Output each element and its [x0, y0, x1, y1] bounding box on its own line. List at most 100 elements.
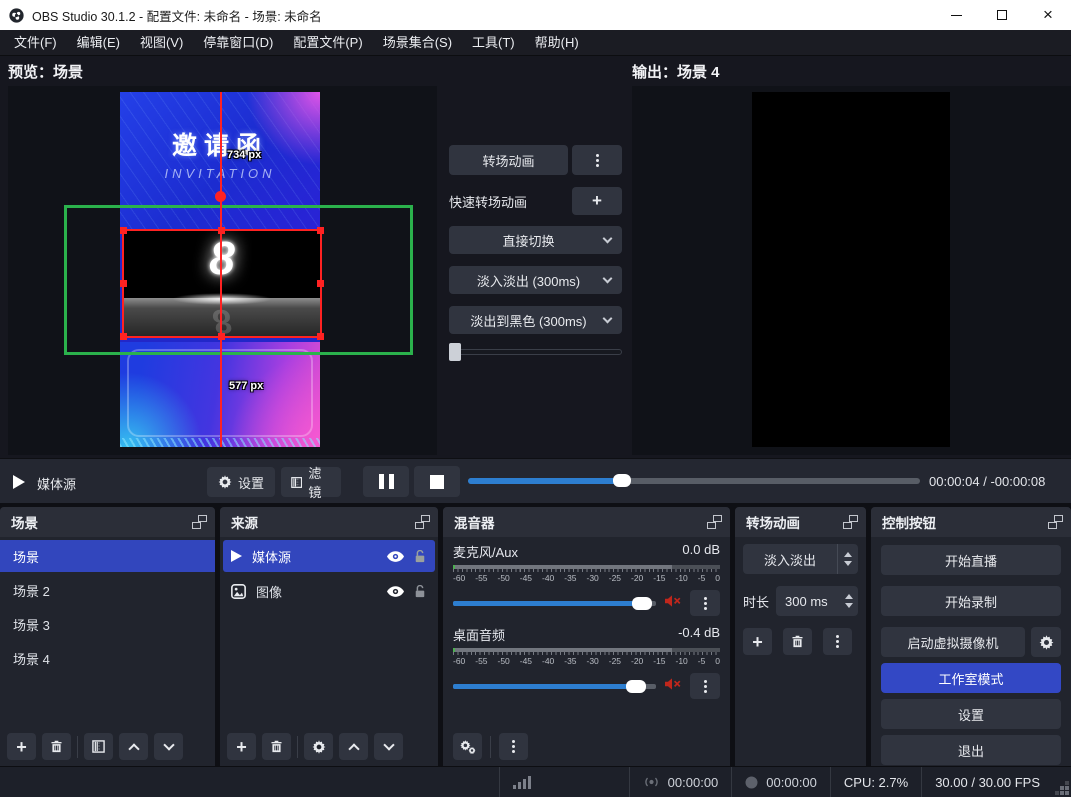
close-button[interactable]: × — [1025, 0, 1071, 30]
visibility-eye-icon[interactable] — [387, 551, 404, 562]
virtual-camera-config-button[interactable] — [1031, 627, 1061, 657]
remove-scene-button[interactable] — [42, 733, 71, 760]
resize-handle-bottom-left[interactable] — [120, 333, 127, 340]
quick-transition-fade-to-black[interactable]: 淡出到黑色 (300ms) — [449, 306, 622, 334]
preview-canvas[interactable]: 邀请函 INVITATION 8 8 — [8, 86, 437, 455]
lock-icon[interactable] — [414, 550, 426, 563]
menu-scene-collection[interactable]: 场景集合(S) — [373, 30, 462, 55]
rotation-handle[interactable] — [215, 191, 226, 202]
resize-handle-mid-right[interactable] — [317, 280, 324, 287]
channel-menu-button[interactable] — [690, 673, 720, 699]
play-icon[interactable] — [13, 475, 25, 489]
titlebar: OBS Studio 30.1.2 - 配置文件: 未命名 - 场景: 未命名 … — [0, 0, 1071, 30]
mixer-dock-header[interactable]: 混音器 — [443, 507, 730, 537]
exit-button[interactable]: 退出 — [881, 735, 1061, 765]
menu-docks[interactable]: 停靠窗口(D) — [193, 30, 283, 55]
advanced-audio-button[interactable] — [453, 733, 482, 760]
popout-icon[interactable] — [415, 515, 430, 529]
start-recording-button[interactable]: 开始录制 — [881, 586, 1061, 616]
sources-dock-header[interactable]: 来源 — [220, 507, 438, 537]
transition-select[interactable]: 淡入淡出 — [743, 544, 858, 574]
stop-button[interactable] — [414, 466, 460, 497]
scene-item[interactable]: 场景 3 — [0, 608, 215, 640]
scenes-dock-header[interactable]: 场景 — [0, 507, 215, 537]
popout-icon[interactable] — [707, 515, 722, 529]
add-source-button[interactable]: + — [227, 733, 256, 760]
add-scene-button[interactable]: + — [7, 733, 36, 760]
transition-button[interactable]: 转场动画 — [449, 145, 568, 175]
mute-speaker-icon[interactable] — [665, 594, 681, 612]
resize-handle-bottom-center[interactable] — [218, 333, 225, 340]
duration-spinbox[interactable]: 300 ms — [776, 586, 858, 616]
start-virtual-camera-button[interactable]: 启动虚拟摄像机 — [881, 627, 1025, 657]
mixer-menu-button[interactable] — [499, 733, 528, 760]
volume-slider[interactable] — [453, 601, 656, 606]
source-item[interactable]: 图像 — [223, 575, 435, 607]
volume-slider-handle[interactable] — [632, 597, 652, 610]
mute-speaker-icon[interactable] — [665, 677, 681, 695]
source-properties-button[interactable] — [304, 733, 333, 760]
transitions-dock-header[interactable]: 转场动画 — [735, 507, 866, 537]
spin-up-icon[interactable] — [845, 594, 853, 599]
db-tick-label: -15 — [653, 656, 665, 666]
media-settings-button[interactable]: 设置 — [207, 467, 275, 497]
resize-handle-top-center[interactable] — [218, 227, 225, 234]
menu-view[interactable]: 视图(V) — [130, 30, 193, 55]
popout-icon[interactable] — [1048, 515, 1063, 529]
add-transition-button[interactable]: + — [743, 628, 772, 655]
resize-handle-top-left[interactable] — [120, 227, 127, 234]
scene-item[interactable]: 场景 4 — [0, 642, 215, 674]
resize-grip[interactable] — [1065, 791, 1069, 795]
menu-edit[interactable]: 编辑(E) — [67, 30, 130, 55]
remove-source-button[interactable] — [262, 733, 291, 760]
lock-icon[interactable] — [414, 585, 426, 598]
height-size-label: 577 px — [229, 380, 263, 392]
scene-filters-button[interactable] — [84, 733, 113, 760]
maximize-button[interactable] — [979, 0, 1025, 30]
popout-icon[interactable] — [843, 515, 858, 529]
media-seekbar[interactable] — [468, 478, 920, 484]
quick-transition-cut[interactable]: 直接切换 — [449, 226, 622, 254]
move-source-down-button[interactable] — [374, 733, 403, 760]
resize-handle-top-right[interactable] — [317, 227, 324, 234]
toolbar-divider — [77, 736, 78, 758]
transition-props-button[interactable] — [823, 628, 852, 655]
minimize-button[interactable] — [933, 0, 979, 30]
scene-item[interactable]: 场景 2 — [0, 574, 215, 606]
menu-help[interactable]: 帮助(H) — [525, 30, 589, 55]
tbar-handle[interactable] — [449, 343, 461, 361]
visibility-eye-icon[interactable] — [387, 586, 404, 597]
add-quick-transition-button[interactable]: + — [572, 187, 622, 215]
popout-icon[interactable] — [192, 515, 207, 529]
settings-button[interactable]: 设置 — [881, 699, 1061, 729]
volume-slider[interactable] — [453, 684, 656, 689]
menu-file[interactable]: 文件(F) — [4, 30, 67, 55]
source-item[interactable]: 媒体源 — [223, 540, 435, 572]
controls-dock-header[interactable]: 控制按钮 — [871, 507, 1071, 537]
scenes-dock: 场景 场景 场景 2 场景 3 场景 4 + — [0, 507, 215, 766]
scene-item[interactable]: 场景 — [0, 540, 215, 572]
pause-button[interactable] — [363, 466, 409, 497]
menu-profile[interactable]: 配置文件(P) — [283, 30, 372, 55]
selection-rect[interactable] — [122, 229, 322, 338]
spin-down-icon[interactable] — [845, 603, 853, 608]
studio-mode-button[interactable]: 工作室模式 — [881, 663, 1061, 693]
transition-menu-button[interactable] — [572, 145, 622, 175]
move-source-up-button[interactable] — [339, 733, 368, 760]
start-streaming-button[interactable]: 开始直播 — [881, 545, 1061, 575]
quick-transition-fade[interactable]: 淡入淡出 (300ms) — [449, 266, 622, 294]
move-scene-up-button[interactable] — [119, 733, 148, 760]
volume-slider-handle[interactable] — [626, 680, 646, 693]
combo-spinner[interactable] — [837, 544, 858, 574]
resize-handle-mid-left[interactable] — [120, 280, 127, 287]
tbar-slider[interactable] — [449, 343, 622, 361]
remove-transition-button[interactable] — [783, 628, 812, 655]
media-filters-button[interactable]: 滤镜 — [281, 467, 341, 497]
resize-handle-bottom-right[interactable] — [317, 333, 324, 340]
move-scene-down-button[interactable] — [154, 733, 183, 760]
seekbar-handle[interactable] — [613, 474, 631, 487]
menu-tools[interactable]: 工具(T) — [462, 30, 525, 55]
quick-transitions-label: 快速转场动画 — [449, 192, 527, 211]
sources-dock: 来源 媒体源 图像 + — [220, 507, 438, 766]
channel-menu-button[interactable] — [690, 590, 720, 616]
